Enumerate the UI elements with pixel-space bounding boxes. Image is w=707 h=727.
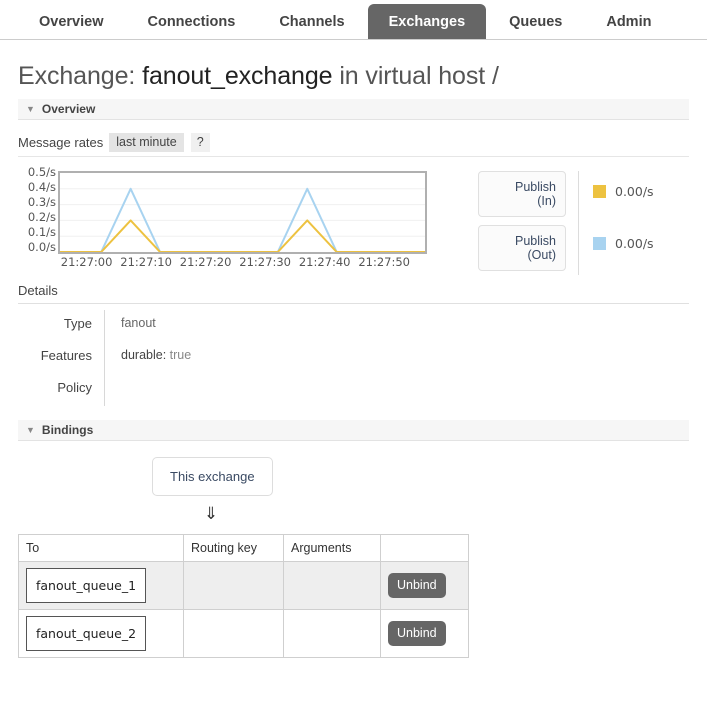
tab-overview[interactable]: Overview bbox=[18, 4, 125, 40]
queue-link-fanout-queue-2[interactable]: fanout_queue_2 bbox=[26, 616, 147, 651]
table-row: fanout_queue_2 Unbind bbox=[18, 609, 469, 658]
chart-series-buttons: Publish (In) Publish (Out) bbox=[478, 171, 566, 279]
legend-value-publish-in: 0.00/s bbox=[615, 184, 654, 199]
main-navigation: Overview Connections Channels Exchanges … bbox=[0, 0, 707, 40]
page-title-vhost: / bbox=[491, 62, 499, 90]
message-rates-label: Message rates bbox=[18, 135, 104, 150]
series-button-publish-in-line2: (In) bbox=[537, 194, 556, 208]
message-rates-bar: Message rates last minute ? bbox=[18, 133, 689, 157]
tab-exchanges[interactable]: Exchanges bbox=[367, 3, 487, 39]
chart-x-axis-labels: 21:27:00 21:27:10 21:27:20 21:27:30 21:27:40… bbox=[58, 255, 427, 273]
details-table: Type fanout Features durable: true Polic… bbox=[18, 310, 421, 406]
details-row-policy: Policy bbox=[18, 374, 421, 406]
binding-routing-key-cell-2 bbox=[183, 609, 284, 658]
legend-row-publish-in: 0.00/s bbox=[593, 171, 654, 212]
binding-arguments-cell-1 bbox=[283, 561, 381, 610]
chart-y-tick: 0.5/s bbox=[27, 165, 56, 179]
legend-row-publish-out: 0.00/s bbox=[593, 223, 654, 264]
tab-queues[interactable]: Queues bbox=[488, 4, 583, 40]
details-value-type: fanout bbox=[104, 310, 421, 342]
chart-y-tick: 0.0/s bbox=[27, 240, 56, 254]
binding-action-cell-1: Unbind bbox=[380, 561, 469, 610]
chart-x-tick: 21:27:50 bbox=[358, 255, 410, 269]
binding-to-cell-1: fanout_queue_1 bbox=[18, 561, 184, 610]
unbind-button-1[interactable]: Unbind bbox=[388, 573, 446, 598]
chart-y-tick: 0.4/s bbox=[27, 180, 56, 194]
table-row: fanout_queue_1 Unbind bbox=[18, 561, 469, 610]
bindings-table: To Routing key Arguments fanout_queue_1 … bbox=[18, 534, 469, 658]
details-value-policy bbox=[104, 374, 421, 406]
section-header-bindings[interactable]: ▼ Bindings bbox=[18, 420, 689, 441]
unbind-button-2[interactable]: Unbind bbox=[388, 621, 446, 646]
column-header-actions bbox=[380, 534, 469, 562]
tab-connections[interactable]: Connections bbox=[127, 4, 257, 40]
details-row-type: Type fanout bbox=[18, 310, 421, 342]
page-title: Exchange: fanout_exchange in virtual hos… bbox=[18, 62, 707, 91]
chart-legend-panel: Publish (In) Publish (Out) 0.00/s 0.00/s bbox=[478, 171, 654, 279]
series-button-publish-out[interactable]: Publish (Out) bbox=[478, 225, 566, 271]
chart-x-tick: 21:27:30 bbox=[239, 255, 291, 269]
series-button-publish-out-line2: (Out) bbox=[527, 248, 556, 262]
chart-y-tick: 0.3/s bbox=[27, 195, 56, 209]
page-title-exchange-name: fanout_exchange bbox=[142, 62, 333, 90]
details-key-type: Type bbox=[63, 316, 92, 331]
details-key-policy: Policy bbox=[57, 380, 92, 395]
chart-svg bbox=[60, 173, 425, 252]
section-header-bindings-label: Bindings bbox=[41, 423, 94, 437]
feature-durable-value: true bbox=[169, 348, 192, 362]
chart-y-axis-labels: 0.5/s 0.4/s 0.3/s 0.2/s 0.1/s 0.0/s bbox=[14, 165, 56, 260]
legend-values: 0.00/s 0.00/s bbox=[593, 171, 654, 275]
column-header-arguments: Arguments bbox=[283, 534, 381, 562]
series-button-publish-in[interactable]: Publish (In) bbox=[478, 171, 566, 217]
tab-channels[interactable]: Channels bbox=[258, 4, 365, 40]
legend-divider bbox=[578, 171, 579, 275]
message-rates-chart: 0.5/s 0.4/s 0.3/s 0.2/s 0.1/s 0.0/s 21:27:00 2… bbox=[0, 165, 707, 277]
this-exchange-wrap: This exchange bbox=[0, 457, 707, 496]
chart-x-tick: 21:27:00 bbox=[60, 255, 113, 269]
help-icon[interactable]: ? bbox=[190, 133, 210, 152]
column-header-to: To bbox=[18, 534, 184, 562]
binding-direction-arrow-icon: ⇓ bbox=[203, 504, 219, 523]
details-value-features: durable: true bbox=[104, 342, 421, 374]
chevron-down-icon: ▼ bbox=[26, 103, 35, 114]
page-title-prefix: Exchange: bbox=[18, 62, 136, 90]
rate-period-selector[interactable]: last minute bbox=[109, 133, 184, 152]
series-button-publish-in-line1: Publish bbox=[515, 180, 556, 194]
details-row-features: Features durable: true bbox=[18, 342, 421, 374]
chart-x-tick: 21:27:10 bbox=[120, 255, 172, 269]
feature-durable-key: durable: bbox=[121, 348, 167, 362]
binding-to-cell-2: fanout_queue_2 bbox=[18, 609, 184, 658]
legend-swatch-publish-out bbox=[593, 237, 606, 250]
chart-y-tick: 0.2/s bbox=[27, 210, 56, 224]
this-exchange-button[interactable]: This exchange bbox=[152, 457, 273, 496]
chart-y-tick: 0.1/s bbox=[27, 225, 56, 239]
binding-routing-key-cell-1 bbox=[183, 561, 284, 610]
binding-arguments-cell-2 bbox=[283, 609, 381, 658]
section-header-overview[interactable]: ▼ Overview bbox=[18, 99, 689, 120]
section-header-overview-label: Overview bbox=[41, 102, 96, 116]
queue-link-fanout-queue-1[interactable]: fanout_queue_1 bbox=[26, 568, 147, 603]
details-heading: Details bbox=[18, 283, 689, 304]
legend-value-publish-out: 0.00/s bbox=[615, 236, 654, 251]
details-key-features: Features bbox=[40, 348, 92, 363]
tab-admin[interactable]: Admin bbox=[585, 4, 672, 40]
binding-action-cell-2: Unbind bbox=[380, 609, 469, 658]
chart-x-tick: 21:27:40 bbox=[298, 255, 351, 269]
column-header-routing-key: Routing key bbox=[183, 534, 284, 562]
chart-plot-area bbox=[58, 171, 427, 254]
chevron-down-icon-bindings: ▼ bbox=[26, 424, 35, 435]
page-title-middle: in virtual host bbox=[339, 62, 486, 90]
series-button-publish-out-line1: Publish bbox=[515, 234, 556, 248]
bindings-table-header-row: To Routing key Arguments bbox=[18, 534, 469, 562]
legend-swatch-publish-in bbox=[593, 185, 606, 198]
chart-x-tick: 21:27:20 bbox=[179, 255, 232, 269]
